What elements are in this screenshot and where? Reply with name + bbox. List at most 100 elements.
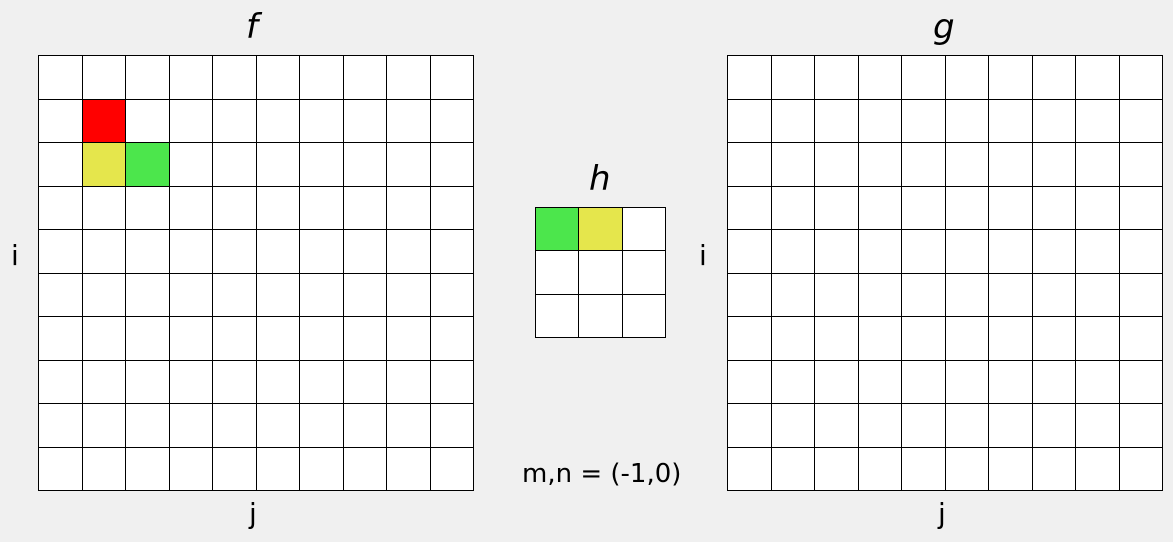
g-cell	[1119, 360, 1162, 403]
g-col-label: j	[938, 497, 946, 530]
g-cell	[1076, 360, 1119, 403]
f-cell	[430, 404, 473, 447]
f-cell	[82, 186, 125, 229]
f-cell	[126, 360, 169, 403]
f-cell	[256, 99, 299, 142]
f-cell	[169, 56, 212, 99]
g-cell	[728, 143, 771, 186]
g-cell	[1032, 447, 1075, 490]
f-cell	[256, 273, 299, 316]
f-cell	[300, 143, 343, 186]
g-cell	[728, 99, 771, 142]
f-cell	[387, 360, 430, 403]
g-cell	[771, 186, 814, 229]
f-cell	[387, 404, 430, 447]
g-cell	[989, 360, 1032, 403]
g-cell	[902, 56, 945, 99]
f-cell	[169, 143, 212, 186]
g-cell	[728, 56, 771, 99]
f-cell	[213, 404, 256, 447]
g-cell	[858, 230, 901, 273]
g-cell	[902, 273, 945, 316]
f-cell	[430, 230, 473, 273]
h-cell	[622, 251, 665, 294]
g-cell	[989, 56, 1032, 99]
g-cell	[1119, 404, 1162, 447]
h-cell	[622, 294, 665, 337]
f-cell	[39, 99, 82, 142]
g-cell	[858, 404, 901, 447]
g-cell	[945, 230, 988, 273]
f-cell	[169, 447, 212, 490]
g-cell	[1076, 404, 1119, 447]
f-cell	[39, 404, 82, 447]
g-cell	[1076, 447, 1119, 490]
offset-caption: m,n = (-1,0)	[522, 459, 682, 489]
g-cell	[945, 143, 988, 186]
g-title: g	[933, 7, 955, 47]
h-cell	[579, 208, 622, 251]
g-cell	[989, 404, 1032, 447]
g-cell	[902, 186, 945, 229]
f-cell	[126, 56, 169, 99]
f-cell	[169, 230, 212, 273]
g-cell	[771, 404, 814, 447]
g-cell	[989, 447, 1032, 490]
g-cell	[945, 404, 988, 447]
g-cell	[945, 56, 988, 99]
f-cell	[213, 56, 256, 99]
h-grid	[535, 207, 666, 338]
f-cell	[169, 273, 212, 316]
f-cell	[343, 99, 386, 142]
f-cell	[256, 56, 299, 99]
g-cell	[1119, 186, 1162, 229]
g-cell	[1076, 230, 1119, 273]
g-cell	[858, 317, 901, 360]
f-cell	[39, 317, 82, 360]
g-cell	[1076, 143, 1119, 186]
g-cell	[1032, 56, 1075, 99]
g-cell	[815, 447, 858, 490]
g-cell	[815, 99, 858, 142]
g-cell	[902, 230, 945, 273]
g-cell	[902, 99, 945, 142]
f-cell	[256, 447, 299, 490]
f-cell	[126, 230, 169, 273]
g-cell	[815, 273, 858, 316]
g-cell	[902, 360, 945, 403]
f-cell	[387, 447, 430, 490]
g-cell	[989, 143, 1032, 186]
f-cell	[430, 447, 473, 490]
f-cell	[169, 404, 212, 447]
g-cell	[1032, 404, 1075, 447]
h-title: h	[589, 159, 611, 199]
g-cell	[902, 317, 945, 360]
h-cell	[536, 208, 579, 251]
f-cell	[213, 230, 256, 273]
f-cell	[430, 143, 473, 186]
g-cell	[815, 186, 858, 229]
g-cell	[728, 186, 771, 229]
f-cell	[39, 186, 82, 229]
g-cell	[989, 186, 1032, 229]
f-cell	[213, 186, 256, 229]
g-cell	[858, 56, 901, 99]
h-cell	[622, 208, 665, 251]
f-cell	[169, 360, 212, 403]
g-cell	[815, 360, 858, 403]
g-cell	[771, 143, 814, 186]
g-cell	[1119, 56, 1162, 99]
f-cell	[343, 56, 386, 99]
g-cell	[1032, 99, 1075, 142]
g-row-label: i	[699, 239, 707, 272]
f-cell	[430, 99, 473, 142]
f-cell	[39, 273, 82, 316]
g-cell	[1076, 273, 1119, 316]
g-cell	[989, 230, 1032, 273]
f-cell	[126, 273, 169, 316]
g-cell	[1076, 99, 1119, 142]
g-cell	[1119, 143, 1162, 186]
g-cell	[902, 404, 945, 447]
g-cell	[771, 99, 814, 142]
h-cell	[579, 294, 622, 337]
